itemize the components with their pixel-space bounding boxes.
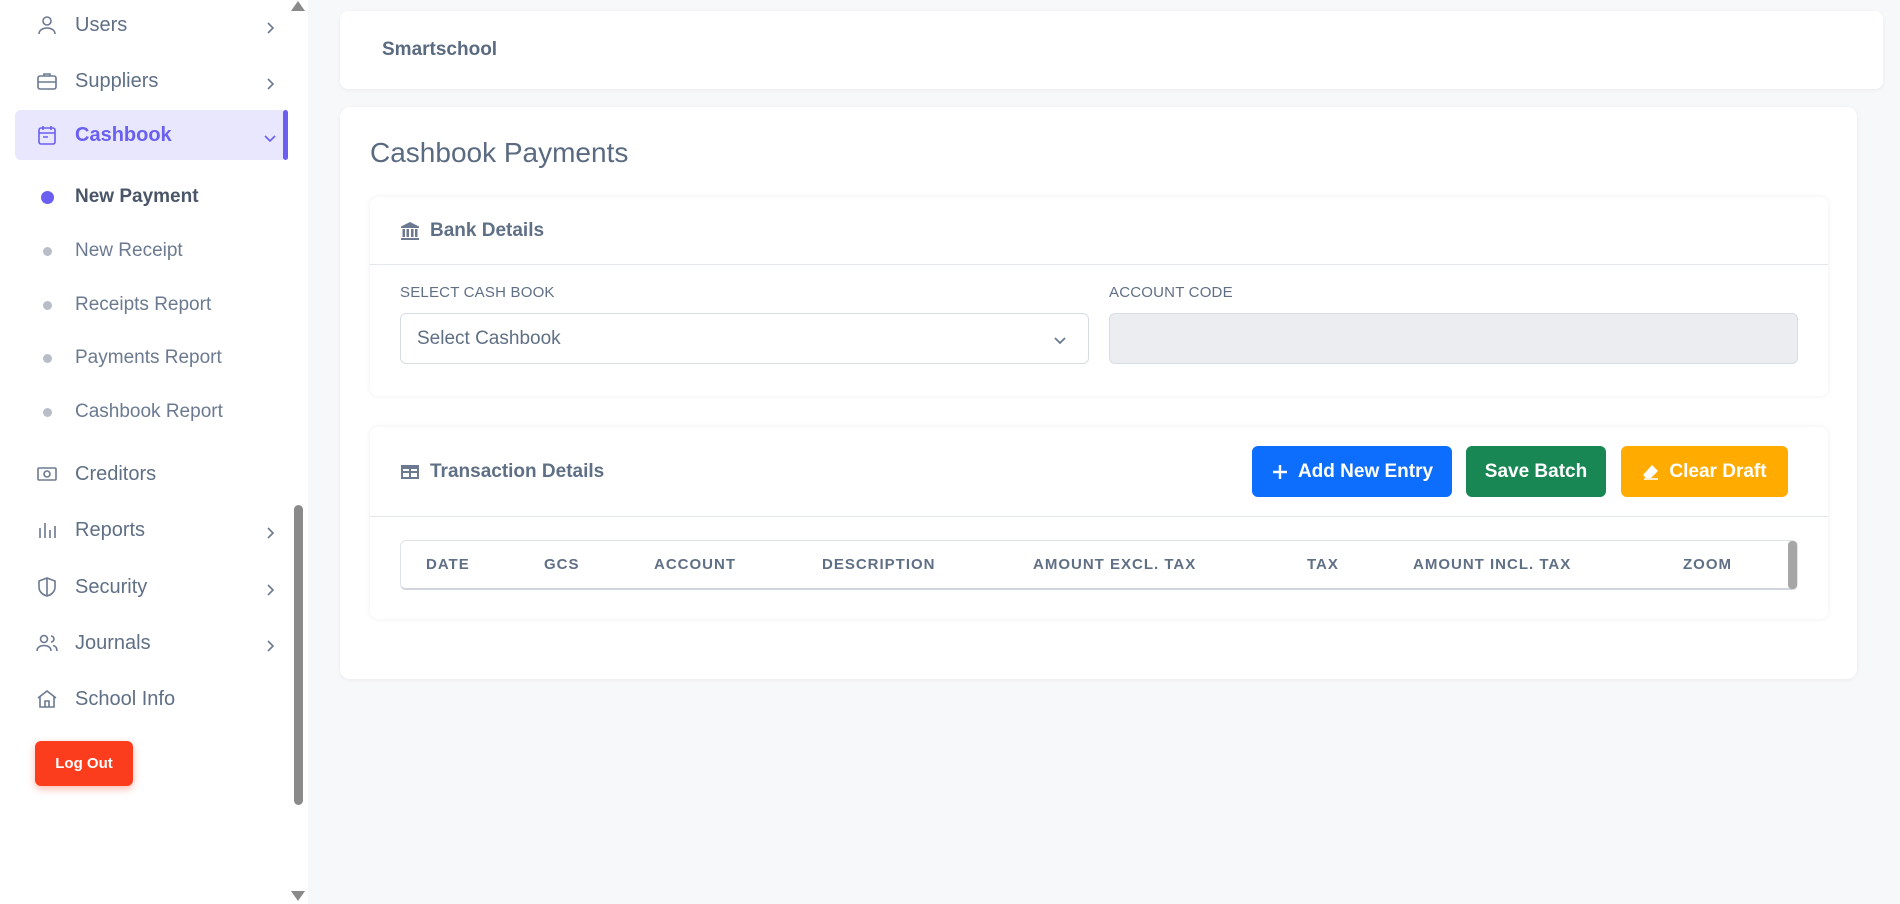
add-new-entry-button[interactable]: Add New Entry	[1252, 446, 1452, 497]
bank-details-header: Bank Details	[370, 197, 1828, 265]
scroll-down-arrow-icon[interactable]	[291, 891, 305, 901]
transaction-details-title: Transaction Details	[430, 460, 605, 482]
sidebar-item-label: Reports	[75, 518, 146, 541]
sidebar-item-reports[interactable]: Reports	[15, 505, 287, 555]
select-cashbook-label: SELECT CASH BOOK	[400, 284, 555, 301]
chevron-down-icon	[263, 128, 277, 143]
column-header-tax[interactable]: TAX	[1307, 541, 1339, 589]
sidebar-item-school-info[interactable]: School Info	[15, 674, 287, 724]
sidebar-subitem-payments-report[interactable]: Payments Report	[15, 338, 287, 378]
chevron-down-icon	[1052, 332, 1068, 348]
shield-icon	[35, 575, 59, 599]
sidebar-item-journals[interactable]: Journals	[15, 618, 287, 668]
chevron-right-icon	[263, 580, 277, 596]
bullet-dot	[43, 354, 52, 363]
sidebar-item-suppliers[interactable]: Suppliers	[15, 56, 287, 106]
cashbook-select[interactable]: Select Cashbook	[400, 313, 1089, 364]
brand-name: Smartschool	[382, 39, 498, 60]
sidebar: Users Suppliers Cashbook New Payment New…	[0, 0, 308, 904]
bar-chart-icon	[35, 518, 59, 542]
calendar-icon	[35, 123, 59, 147]
sidebar-item-creditors[interactable]: Creditors	[15, 449, 287, 499]
sidebar-scrollbar-thumb[interactable]	[294, 505, 303, 805]
users-icon	[35, 631, 59, 655]
bullet-dot	[43, 408, 52, 417]
bank-details-card: Bank Details SELECT CASH BOOK Select Cas…	[370, 197, 1828, 396]
column-header-amount-excl-tax[interactable]: AMOUNT EXCL. TAX	[1033, 541, 1196, 589]
sidebar-item-label: Cashbook	[75, 123, 172, 146]
sidebar-subitem-label: New Receipt	[75, 240, 183, 261]
chevron-right-icon	[263, 18, 277, 34]
home-icon	[35, 687, 59, 711]
account-code-label: ACCOUNT CODE	[1109, 284, 1233, 301]
bank-icon	[400, 221, 420, 241]
cash-icon	[35, 462, 59, 486]
bank-details-title: Bank Details	[430, 219, 545, 241]
bullet-dot	[43, 247, 52, 256]
save-batch-button[interactable]: Save Batch	[1466, 446, 1606, 497]
sidebar-subitem-label: New Payment	[75, 186, 199, 207]
eraser-icon	[1642, 463, 1660, 481]
sidebar-item-security[interactable]: Security	[15, 562, 287, 612]
add-new-entry-label: Add New Entry	[1297, 460, 1434, 482]
sidebar-item-label: Journals	[75, 631, 151, 654]
sidebar-subitem-label: Receipts Report	[75, 294, 212, 315]
page-title: Cashbook Payments	[370, 137, 629, 168]
table-scrollbar[interactable]	[1788, 541, 1797, 589]
table-icon	[400, 462, 420, 482]
clear-draft-label: Clear Draft	[1669, 460, 1767, 482]
sidebar-subitem-new-receipt[interactable]: New Receipt	[15, 231, 287, 271]
sidebar-item-label: Suppliers	[75, 69, 159, 92]
column-header-description[interactable]: DESCRIPTION	[822, 541, 936, 589]
column-header-gcs[interactable]: GCS	[544, 541, 580, 589]
active-indicator	[283, 110, 288, 160]
account-code-field[interactable]	[1109, 313, 1798, 364]
chevron-right-icon	[263, 74, 277, 90]
cashbook-select-value: Select Cashbook	[417, 327, 561, 349]
sidebar-item-cashbook[interactable]: Cashbook	[15, 110, 287, 160]
sidebar-subitem-label: Payments Report	[75, 347, 222, 368]
main-card: Cashbook Payments Bank Details SELECT CA…	[340, 107, 1857, 679]
sidebar-subitem-cashbook-report[interactable]: Cashbook Report	[15, 392, 287, 432]
column-header-amount-incl-tax[interactable]: AMOUNT INCL. TAX	[1413, 541, 1571, 589]
scroll-up-arrow-icon[interactable]	[291, 1, 305, 11]
sidebar-item-label: Security	[75, 575, 148, 598]
sidebar-subitem-new-payment[interactable]: New Payment	[15, 177, 287, 217]
column-header-zoom[interactable]: ZOOM	[1683, 541, 1732, 589]
sidebar-item-label: Users	[75, 13, 128, 36]
transactions-table: DATE GCS ACCOUNT DESCRIPTION AMOUNT EXCL…	[400, 540, 1798, 590]
top-header: Smartschool	[340, 11, 1883, 89]
sidebar-item-label: Creditors	[75, 462, 157, 485]
sidebar-item-label: School Info	[75, 687, 176, 710]
sidebar-subitem-label: Cashbook Report	[75, 401, 223, 422]
chevron-right-icon	[263, 523, 277, 539]
column-header-date[interactable]: DATE	[426, 541, 470, 589]
sidebar-subitem-receipts-report[interactable]: Receipts Report	[15, 285, 287, 325]
transaction-details-header: Transaction Details Add New Entry Save B…	[370, 427, 1828, 517]
transaction-details-card: Transaction Details Add New Entry Save B…	[370, 427, 1828, 619]
user-icon	[35, 13, 59, 37]
clear-draft-button[interactable]: Clear Draft	[1621, 446, 1788, 497]
chevron-right-icon	[263, 636, 277, 652]
briefcase-icon	[35, 69, 59, 93]
sidebar-item-users[interactable]: Users	[15, 0, 287, 50]
bullet-dot	[41, 191, 54, 204]
bullet-dot	[43, 301, 52, 310]
logout-button[interactable]: Log Out	[35, 741, 133, 786]
column-header-account[interactable]: ACCOUNT	[654, 541, 736, 589]
plus-icon	[1271, 463, 1289, 481]
